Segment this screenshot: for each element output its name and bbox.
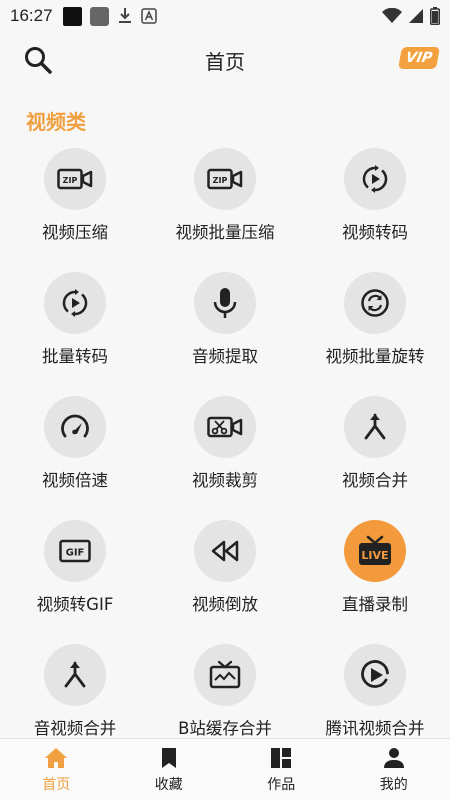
system-icons (382, 7, 440, 25)
tool-label: B站缓存合并 (178, 719, 272, 738)
section-title: 视频类 (26, 110, 86, 134)
tool-video-cut[interactable]: 视频裁剪 (150, 393, 300, 517)
home-icon (45, 748, 68, 768)
app-notification-icon (62, 6, 82, 26)
nav-label: 收藏 (154, 777, 183, 793)
tool-label: 视频合并 (342, 471, 408, 490)
tool-icon-circle: LIVE (344, 520, 406, 582)
tool-label: 视频批量压缩 (175, 223, 275, 242)
wifi-icon (382, 8, 402, 23)
search-button[interactable] (22, 44, 54, 76)
tool-batch-compress[interactable]: ZIP 视频批量压缩 (150, 145, 300, 269)
tool-icon-circle (344, 272, 406, 334)
tool-label: 音频提取 (192, 347, 258, 366)
app-header: 首页 VIP (0, 32, 450, 88)
search-icon (25, 47, 52, 74)
font-a-icon (140, 8, 157, 24)
speedometer-icon (61, 414, 89, 438)
rewind-icon (211, 540, 239, 562)
tool-icon-circle (44, 272, 106, 334)
merge-arrow-icon (64, 661, 86, 688)
svg-text:ZIP: ZIP (63, 176, 78, 185)
tool-icon-circle (194, 396, 256, 458)
tool-live-record[interactable]: LIVE 直播录制 (300, 517, 450, 641)
tool-label: 视频批量旋转 (325, 347, 425, 366)
tool-icon-circle (194, 520, 256, 582)
bookmark-icon (161, 748, 176, 768)
tool-batch-transcode[interactable]: 批量转码 (0, 269, 150, 393)
vip-label: VIP (404, 50, 434, 66)
scissors-video-icon (207, 416, 243, 438)
zip-video-icon: ZIP (207, 168, 243, 190)
notification-icons (62, 6, 157, 26)
svg-text:ZIP: ZIP (213, 176, 228, 185)
tool-label: 视频转GIF (36, 595, 114, 614)
svg-text:LIVE: LIVE (361, 549, 388, 562)
nav-works[interactable]: 作品 (225, 739, 338, 800)
nav-label: 作品 (267, 777, 296, 793)
play-circle-icon (361, 660, 389, 688)
tool-video-to-gif[interactable]: GIF 视频转GIF (0, 517, 150, 641)
rotate-play-icon (362, 165, 388, 193)
tool-audio-extract[interactable]: 音频提取 (150, 269, 300, 393)
tool-icon-circle: ZIP (44, 148, 106, 210)
tool-grid: ZIP 视频压缩 ZIP 视频批量压缩 视频转码 批量转码 音频提取 视频批量旋… (0, 145, 450, 765)
tool-label: 视频转码 (342, 223, 408, 242)
tool-video-merge[interactable]: 视频合并 (300, 393, 450, 517)
page-title: 首页 (205, 49, 245, 74)
nav-label: 首页 (42, 777, 71, 793)
tool-label: 视频裁剪 (192, 471, 258, 490)
tool-icon-circle: GIF (44, 520, 106, 582)
tv-icon (209, 660, 241, 689)
tool-label: 视频倒放 (192, 595, 258, 614)
download-icon (118, 8, 131, 23)
nav-mine[interactable]: 我的 (338, 739, 450, 800)
tool-icon-circle (344, 644, 406, 706)
nav-favorites[interactable]: 收藏 (113, 739, 226, 800)
live-tv-icon: LIVE (359, 535, 391, 565)
person-icon (383, 748, 404, 768)
microphone-icon (213, 288, 237, 318)
nav-label: 我的 (379, 777, 408, 793)
status-bar: 16:27 (0, 0, 450, 32)
nav-home[interactable]: 首页 (0, 739, 113, 800)
tool-icon-circle: ZIP (194, 148, 256, 210)
merge-arrow-icon (364, 413, 386, 440)
tool-label: 视频压缩 (42, 223, 108, 242)
battery-icon (430, 7, 440, 25)
bottom-nav: 首页 收藏 作品 我的 (0, 738, 450, 800)
tool-icon-circle (44, 396, 106, 458)
tool-icon-circle (194, 272, 256, 334)
tool-icon-circle (44, 644, 106, 706)
app-notification-icon-gray (89, 6, 109, 26)
tool-icon-circle (344, 148, 406, 210)
svg-text:GIF: GIF (66, 548, 85, 559)
tool-label: 视频倍速 (42, 471, 108, 490)
tool-icon-circle (344, 396, 406, 458)
tool-label: 批量转码 (42, 347, 108, 366)
rotate-play-icon (62, 289, 88, 317)
tool-video-transcode[interactable]: 视频转码 (300, 145, 450, 269)
tool-icon-circle (194, 644, 256, 706)
dashboard-icon (271, 748, 292, 768)
vip-button[interactable]: VIP (398, 47, 440, 69)
tool-video-compress[interactable]: ZIP 视频压缩 (0, 145, 150, 269)
zip-video-icon: ZIP (57, 168, 93, 190)
tool-video-speed[interactable]: 视频倍速 (0, 393, 150, 517)
tool-video-reverse[interactable]: 视频倒放 (150, 517, 300, 641)
rotate-circle-icon (361, 289, 389, 317)
status-time: 16:27 (10, 6, 53, 25)
tool-label: 音视频合并 (33, 719, 117, 738)
tool-batch-rotate[interactable]: 视频批量旋转 (300, 269, 450, 393)
signal-icon (409, 9, 423, 23)
tool-label: 直播录制 (342, 595, 408, 614)
gif-icon: GIF (59, 539, 91, 563)
tool-label: 腾讯视频合并 (325, 719, 425, 738)
